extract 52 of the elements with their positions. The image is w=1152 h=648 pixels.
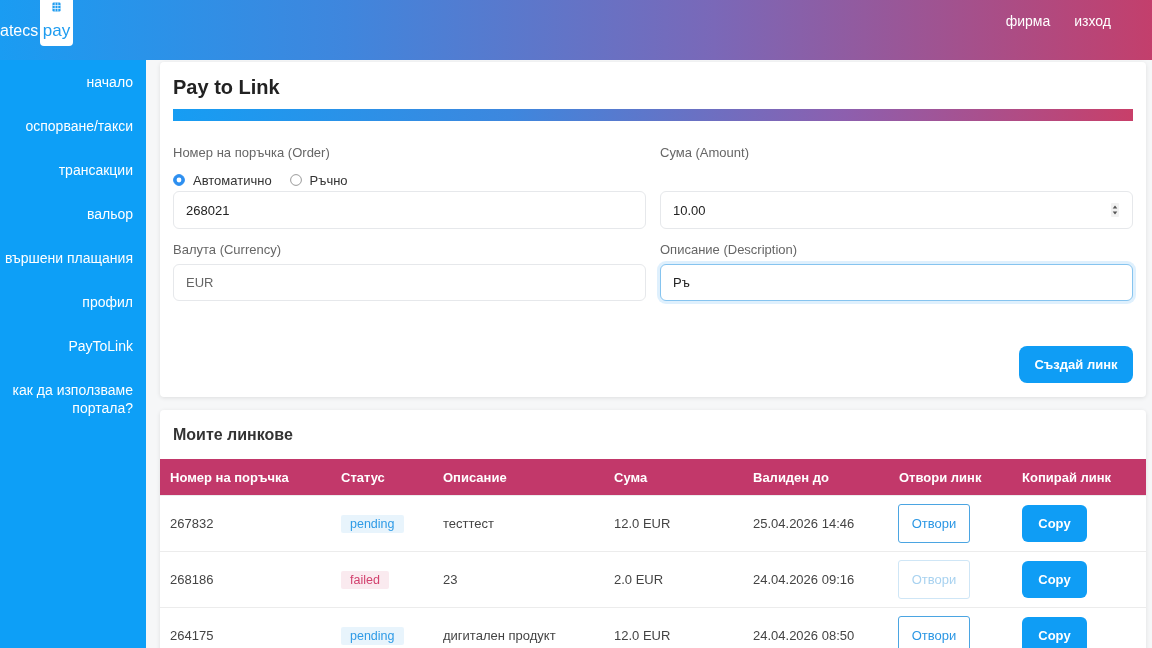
sidebar-link[interactable]: вальор bbox=[86, 192, 146, 236]
table-cell: 24.04.2026 08:50 bbox=[743, 607, 889, 648]
sidebar-link[interactable]: начало bbox=[86, 60, 146, 104]
copy-button[interactable]: Copy bbox=[1022, 617, 1087, 648]
table-cell: 2.0 EUR bbox=[604, 551, 743, 608]
field-label: Описание (Description) bbox=[660, 242, 798, 258]
create-link-button[interactable]: Създай линк bbox=[1019, 346, 1133, 383]
field-label: Сума (Amount) bbox=[660, 145, 749, 161]
radio-option[interactable]: Автоматично bbox=[173, 172, 272, 188]
column-header: Номер на поръчка bbox=[160, 459, 331, 496]
description-field[interactable]: Ръ bbox=[660, 264, 1133, 301]
sidebar-link[interactable]: PayToLink bbox=[68, 324, 146, 368]
radio-option[interactable]: Ръчно bbox=[289, 172, 348, 188]
field-label: Валута (Currency) bbox=[173, 242, 282, 258]
logo-text: atecs bbox=[0, 21, 40, 41]
status-tag: failed bbox=[341, 570, 389, 589]
field-label: Номер на поръчка (Order) bbox=[173, 145, 330, 161]
status-tag: pending bbox=[341, 514, 404, 533]
section-title: Моите линкове bbox=[172, 425, 294, 445]
column-header: Сума bbox=[604, 459, 743, 496]
open-link-button[interactable]: Отвори bbox=[898, 616, 970, 648]
table-cell: 267832 bbox=[160, 495, 331, 552]
table-cell: 24.04.2026 09:16 bbox=[743, 551, 889, 608]
logo-text: pay bbox=[42, 21, 71, 41]
sidebar-link[interactable]: как да използваме портала? bbox=[7, 368, 146, 430]
header-link[interactable]: фирма bbox=[1005, 12, 1051, 30]
page-title: Pay to Link bbox=[173, 75, 280, 100]
column-header: Статус bbox=[331, 459, 433, 496]
table-cell: дигитален продукт bbox=[433, 607, 604, 648]
table-cell: 25.04.2026 14:46 bbox=[743, 495, 889, 552]
column-header: Отвори линк bbox=[889, 459, 1012, 496]
header-link[interactable]: изход bbox=[1074, 12, 1111, 30]
table-cell: тесттест bbox=[433, 495, 604, 552]
column-header: Описание bbox=[433, 459, 604, 496]
status-tag: pending bbox=[341, 626, 404, 645]
amount-field[interactable]: 10.00 bbox=[660, 191, 1133, 229]
copy-button[interactable]: Copy bbox=[1022, 561, 1087, 598]
sidebar-link[interactable]: оспорване/такси bbox=[25, 104, 146, 148]
column-header: Валиден до bbox=[743, 459, 889, 496]
order-number-field[interactable]: 268021 bbox=[173, 191, 646, 229]
sidebar-link[interactable]: профил bbox=[82, 280, 146, 324]
sidebar-link[interactable]: трансакции bbox=[58, 148, 146, 192]
table-cell: 12.0 EUR bbox=[604, 607, 743, 648]
table-cell: 12.0 EUR bbox=[604, 495, 743, 552]
spinner-icon[interactable] bbox=[1111, 203, 1119, 217]
table-cell: 264175 bbox=[160, 607, 331, 648]
open-link-button[interactable]: Отвори bbox=[898, 504, 970, 543]
copy-button[interactable]: Copy bbox=[1022, 505, 1087, 542]
table-cell: 268186 bbox=[160, 551, 331, 608]
table-cell: 23 bbox=[433, 551, 604, 608]
sidebar-link[interactable]: вършени плащания bbox=[5, 236, 146, 280]
column-header: Копирай линк bbox=[1012, 459, 1146, 496]
